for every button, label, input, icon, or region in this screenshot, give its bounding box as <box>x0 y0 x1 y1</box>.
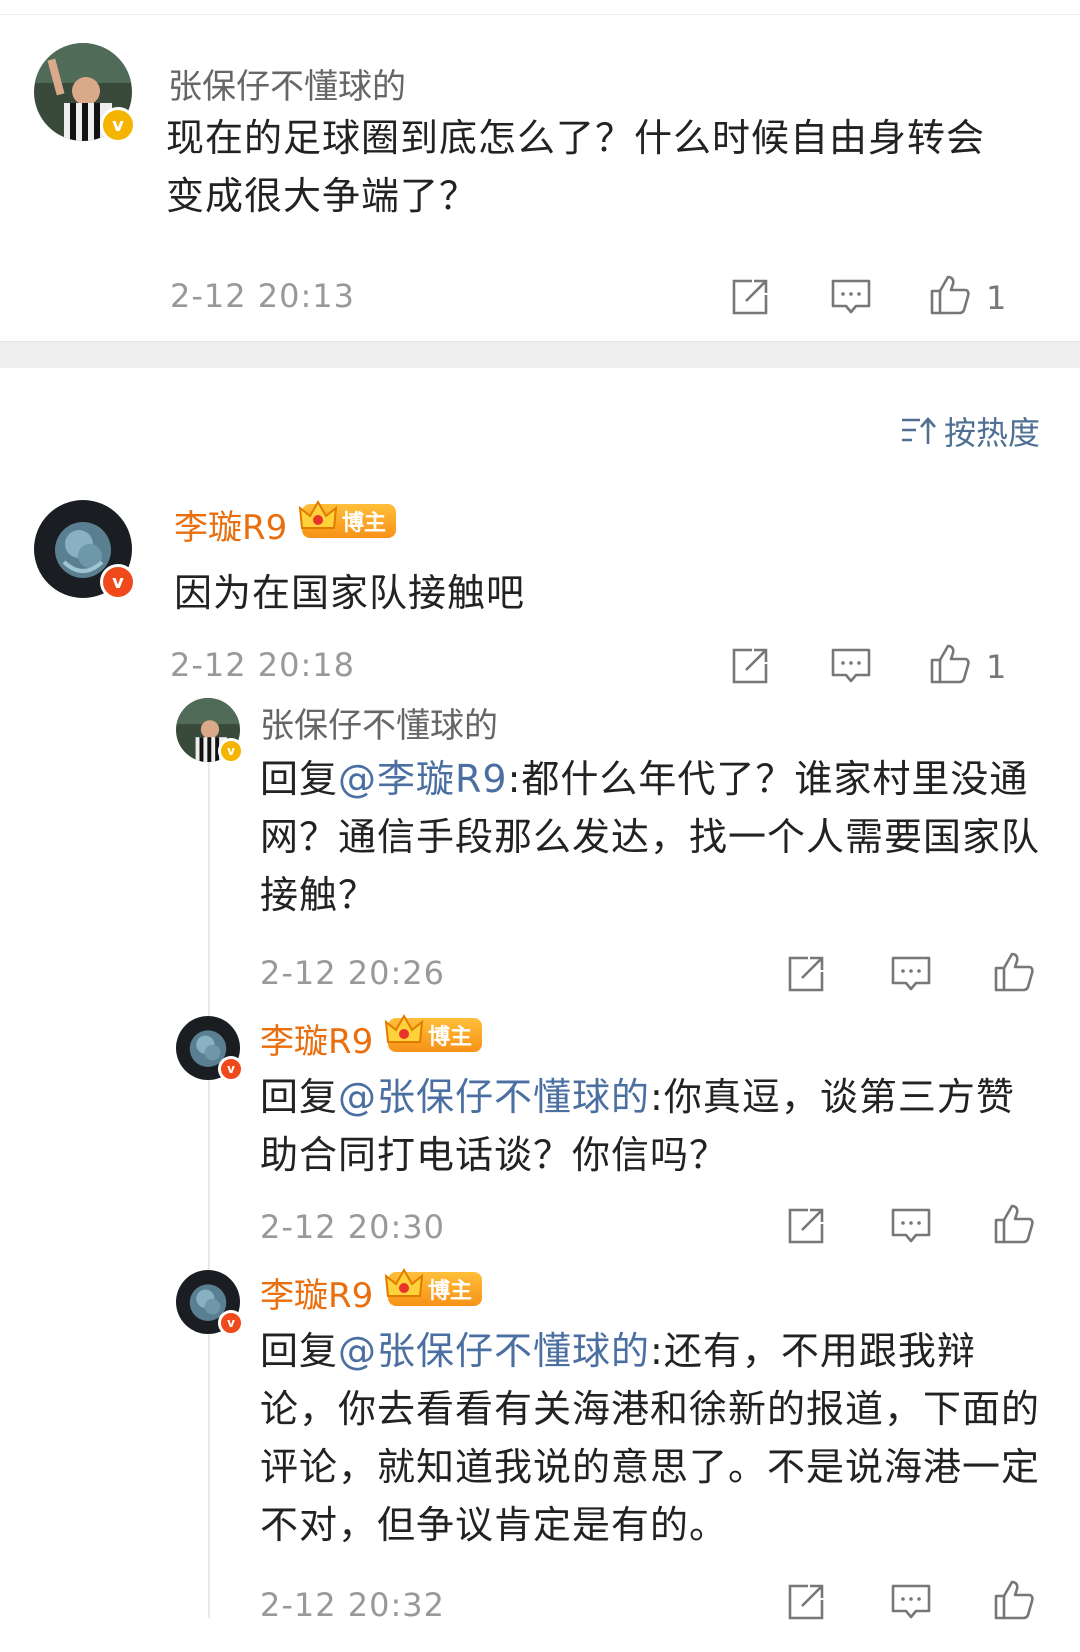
mention-link[interactable]: @李璇R9 <box>338 757 508 801</box>
comment-icon <box>891 956 931 991</box>
reply-text: 回复@张保仔不懂球的:还有，不用跟我辩论，你去看看有关海港和徐新的报道，下面的评… <box>260 1322 1050 1554</box>
reply-prefix: 回复 <box>260 757 339 801</box>
reply-button[interactable] <box>890 1206 932 1246</box>
comment-text: 因为在国家队接触吧 <box>174 571 526 615</box>
repost-icon <box>788 956 824 992</box>
timestamp: 2-12 20:26 <box>260 954 446 992</box>
repost-button[interactable] <box>730 646 770 686</box>
comment-text: 现在的足球圈到底怎么了？什么时候自由身转会变成很大争端了？ <box>166 116 986 218</box>
host-badge: 博主 <box>384 1267 483 1306</box>
repost-icon <box>788 1584 824 1620</box>
username[interactable]: 李璇R9 <box>260 1014 373 1063</box>
host-badge: 博主 <box>384 1013 483 1052</box>
thread-line <box>208 758 210 1618</box>
timestamp: 2-12 20:30 <box>260 1208 446 1246</box>
like-count: 1 <box>986 279 1007 317</box>
root-comment: v 张保仔不懂球的 现在的足球圈到底怎么了？什么时候自由身转会变成很大争端了？ … <box>0 15 1080 341</box>
comment-icon <box>831 648 871 683</box>
host-badge-label: 博主 <box>428 1025 473 1050</box>
crown-icon <box>384 1013 424 1043</box>
avatar[interactable]: v <box>34 500 136 600</box>
avatar[interactable]: v <box>176 1016 244 1082</box>
reply-button[interactable] <box>830 646 872 686</box>
reply-button[interactable] <box>830 277 872 317</box>
sort-label: 按热度 <box>943 414 1040 452</box>
thumbs-up-icon <box>994 1204 1034 1244</box>
reply-prefix: 回复 <box>260 1329 339 1373</box>
repost-icon <box>732 648 768 684</box>
reply-text: 回复@李璇R9:都什么年代了？谁家村里没通网？通信手段那么发达，找一个人需要国家… <box>260 750 1050 924</box>
timestamp: 2-12 20:13 <box>170 277 356 315</box>
avatar[interactable]: v <box>176 1270 244 1336</box>
top-divider <box>0 0 1080 15</box>
timestamp: 2-12 20:32 <box>260 1586 446 1624</box>
host-badge-label: 博主 <box>428 1279 473 1304</box>
verified-icon: v <box>100 107 136 143</box>
verified-icon: v <box>218 1310 244 1336</box>
repost-icon <box>788 1208 824 1244</box>
crown-icon <box>384 1267 424 1297</box>
thumbs-up-icon <box>994 1580 1034 1620</box>
username[interactable]: 张保仔不懂球的 <box>260 698 498 747</box>
verified-icon: v <box>100 564 136 600</box>
thumbs-up-icon <box>930 644 970 684</box>
reply-prefix: 回复 <box>260 1075 339 1119</box>
like-button[interactable] <box>928 273 972 317</box>
like-button[interactable] <box>928 642 972 686</box>
host-badge: 博主 <box>298 499 397 538</box>
comment-icon <box>891 1208 931 1243</box>
verified-icon: v <box>218 738 244 764</box>
avatar[interactable]: v <box>176 698 244 764</box>
username[interactable]: 李璇R9 <box>174 500 287 549</box>
repost-button[interactable] <box>786 1582 826 1622</box>
mention-link[interactable]: @张保仔不懂球的 <box>338 1075 650 1119</box>
repost-button[interactable] <box>730 277 770 317</box>
avatar[interactable]: v <box>34 43 136 143</box>
comment-icon <box>831 279 871 314</box>
sort-icon <box>901 417 936 444</box>
crown-icon <box>298 499 338 529</box>
verified-icon: v <box>218 1056 244 1082</box>
sort-toggle[interactable]: 按热度 <box>900 408 1040 454</box>
host-badge-label: 博主 <box>342 511 387 536</box>
repost-icon <box>732 279 768 315</box>
thumbs-up-icon <box>994 952 1034 992</box>
like-button[interactable] <box>992 1202 1036 1246</box>
username[interactable]: 李璇R9 <box>260 1268 373 1317</box>
like-button[interactable] <box>992 1578 1036 1622</box>
comment-icon <box>891 1584 931 1619</box>
like-button[interactable] <box>992 950 1036 994</box>
repost-button[interactable] <box>786 954 826 994</box>
section-divider <box>0 341 1080 368</box>
username[interactable]: 张保仔不懂球的 <box>168 59 406 108</box>
mention-link[interactable]: @张保仔不懂球的 <box>338 1329 650 1373</box>
timestamp: 2-12 20:18 <box>170 646 356 684</box>
comment-thread: 按热度 v 李璇R9 博主 因为在国家队接触吧 2-12 20:18 1 v 张… <box>0 368 1080 1652</box>
reply-text: 回复@张保仔不懂球的:你真逗，谈第三方赞助合同打电话谈？你信吗？ <box>260 1068 1050 1184</box>
reply-button[interactable] <box>890 954 932 994</box>
like-count: 1 <box>986 648 1007 686</box>
thumbs-up-icon <box>930 275 970 315</box>
reply-button[interactable] <box>890 1582 932 1622</box>
repost-button[interactable] <box>786 1206 826 1246</box>
